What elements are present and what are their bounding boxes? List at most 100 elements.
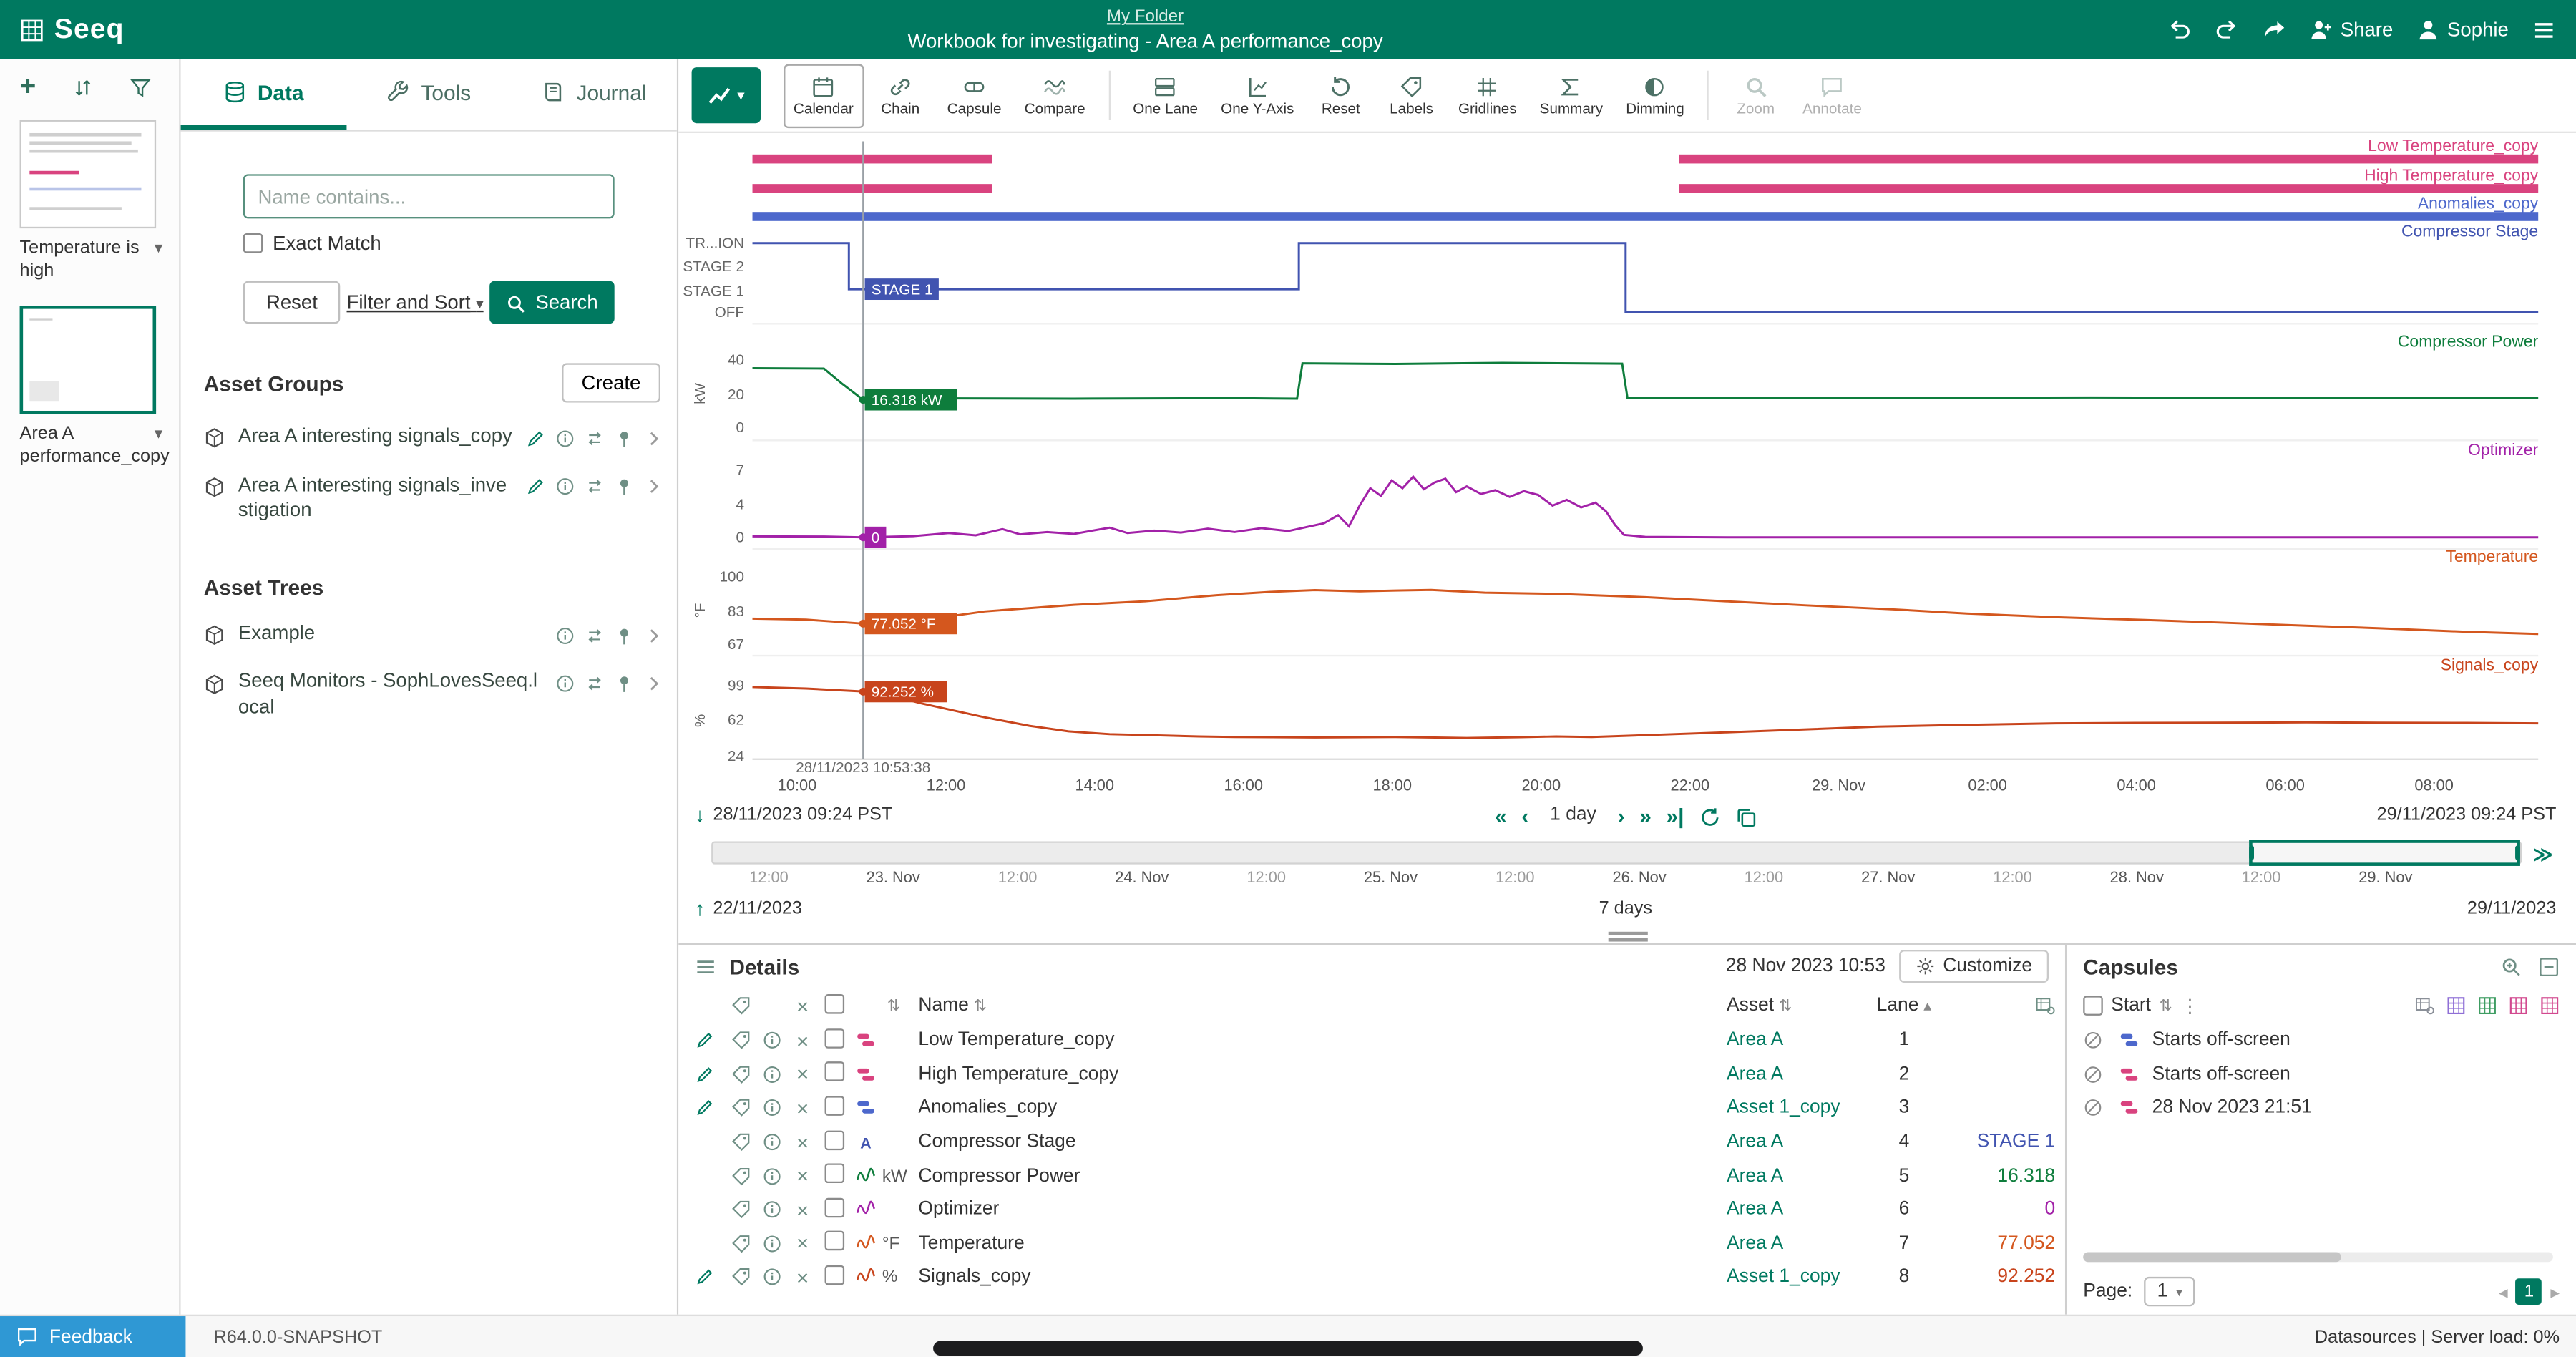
panel-resize-handle[interactable] — [1608, 932, 1647, 942]
row-checkbox[interactable] — [818, 1062, 849, 1086]
item-name[interactable]: Compressor Power — [918, 1166, 1727, 1186]
capsule-table-settings-icon[interactable] — [2415, 996, 2435, 1016]
capsule-row[interactable]: 28 Nov 2023 21:51 — [2067, 1091, 2576, 1125]
tag-icon[interactable] — [725, 1200, 758, 1220]
details-row[interactable]: ×°FTemperatureArea A777.052 — [678, 1227, 2065, 1260]
asset-link[interactable]: Area A — [1727, 1200, 1875, 1220]
remove-icon[interactable]: × — [787, 1199, 819, 1220]
toolbar-button-dimming[interactable]: Dimming — [1616, 63, 1694, 127]
item-name[interactable]: Compressor Stage — [918, 1132, 1727, 1152]
overview-end-label[interactable]: 29/11/2023 — [2467, 899, 2557, 919]
tag-icon[interactable] — [725, 1099, 758, 1119]
asset-list-item[interactable]: Seeq Monitors - SophLovesSeeq.local — [181, 658, 677, 732]
info-icon[interactable] — [555, 475, 575, 497]
worksheet-label-1[interactable]: Temperature is high ▾ — [20, 237, 160, 284]
info-icon[interactable] — [555, 426, 575, 449]
overview-selection[interactable] — [2249, 840, 2520, 866]
toolbar-button-summary[interactable]: Summary — [1530, 63, 1613, 127]
swap-asset-icon[interactable] — [585, 671, 605, 694]
exact-match-checkbox[interactable]: Exact Match — [243, 232, 615, 255]
select-all-checkbox[interactable] — [818, 993, 849, 1018]
asset-list-item[interactable]: Area A interesting signals_copy — [181, 412, 677, 461]
duplicate-range-icon[interactable] — [1735, 802, 1757, 827]
capsule-row[interactable]: Starts off-screen — [2067, 1023, 2576, 1057]
filter-and-sort-link[interactable]: Filter and Sort ▾ — [347, 291, 484, 313]
remove-icon[interactable]: × — [787, 1267, 819, 1288]
tab-journal[interactable]: Journal — [512, 59, 677, 130]
edit-icon[interactable] — [526, 426, 546, 449]
tag-icon[interactable] — [725, 1132, 758, 1152]
add-worksheet-button[interactable]: + — [20, 72, 36, 100]
remove-icon[interactable]: × — [787, 1064, 819, 1085]
remove-icon[interactable]: × — [787, 1132, 819, 1153]
collapse-panel-icon[interactable] — [2538, 955, 2560, 978]
details-row[interactable]: ×Anomalies_copyAsset 1_copy3 — [678, 1091, 2065, 1125]
remove-icon[interactable]: × — [787, 1098, 819, 1119]
range-start-label[interactable]: 28/11/2023 09:24 PST — [713, 805, 892, 825]
feedback-button[interactable]: Feedback — [0, 1315, 185, 1357]
details-row[interactable]: ×OptimizerArea A60 — [678, 1193, 2065, 1227]
row-checkbox[interactable] — [818, 1231, 849, 1255]
overview-timebar[interactable] — [711, 842, 2522, 865]
scrollbar-thumb[interactable] — [2083, 1252, 2341, 1262]
info-icon[interactable] — [757, 1099, 786, 1119]
tab-data[interactable]: Data — [181, 59, 346, 130]
asset-column-header[interactable]: Asset⇅ — [1727, 996, 1875, 1016]
reset-button[interactable]: Reset — [243, 281, 341, 324]
capsule-stats-icon-green[interactable] — [2477, 996, 2497, 1016]
asset-list-item[interactable]: Example — [181, 609, 677, 658]
pin-icon[interactable] — [615, 475, 635, 497]
range-duration-label[interactable]: 1 day — [1550, 805, 1596, 825]
asset-name[interactable]: Seeq Monitors - SophLovesSeeq.local — [238, 669, 545, 721]
row-checkbox[interactable] — [818, 1197, 849, 1222]
step-forward-many-icon[interactable]: » — [1639, 803, 1652, 827]
row-checkbox[interactable] — [818, 1028, 849, 1053]
step-forward-icon[interactable]: › — [1618, 803, 1625, 827]
tag-column-icon[interactable] — [725, 996, 758, 1016]
investigate-up-arrow-icon[interactable]: ↑ — [695, 898, 705, 920]
chevron-right-icon[interactable] — [644, 426, 664, 449]
capsule-stats-icon-pink-2[interactable] — [2540, 996, 2560, 1016]
info-icon[interactable] — [555, 671, 575, 694]
edit-icon[interactable] — [685, 1064, 724, 1084]
remove-icon[interactable]: × — [787, 1165, 819, 1187]
toolbar-button-one-y-axis[interactable]: One Y-Axis — [1211, 63, 1304, 127]
info-icon[interactable] — [555, 623, 575, 646]
item-name[interactable]: Optimizer — [918, 1200, 1727, 1220]
share-button[interactable]: Share — [2309, 17, 2393, 42]
server-status[interactable]: Datasources | Server load: 0% — [2315, 1327, 2560, 1347]
seeq-logo[interactable]: Seeq — [20, 13, 125, 46]
name-contains-input[interactable] — [243, 174, 615, 218]
pin-icon[interactable] — [615, 426, 635, 449]
zoom-capsule-icon[interactable] — [2500, 955, 2522, 978]
name-column-header[interactable]: Name⇅ — [918, 996, 1727, 1016]
capsule-stats-icon-purple[interactable] — [2446, 996, 2467, 1016]
start-column-header[interactable]: Start — [2111, 996, 2151, 1016]
filter-worksheets-icon[interactable] — [130, 74, 151, 98]
edit-icon[interactable] — [685, 1031, 724, 1051]
chevron-right-icon[interactable] — [644, 475, 664, 497]
current-page-button[interactable]: 1 — [2516, 1278, 2542, 1305]
tag-icon[interactable] — [725, 1234, 758, 1254]
asset-list-item[interactable]: Area A interesting signals_investigation — [181, 461, 677, 535]
asset-name[interactable]: Area A interesting signals_investigation — [238, 472, 516, 524]
user-menu[interactable]: Sophie — [2416, 17, 2508, 42]
asset-link[interactable]: Area A — [1727, 1166, 1875, 1186]
step-to-now-icon[interactable]: »| — [1667, 803, 1684, 827]
row-checkbox[interactable] — [818, 1164, 849, 1188]
info-icon[interactable] — [757, 1166, 786, 1186]
trend-chart[interactable]: Low Temperature_copyHigh Temperature_cop… — [678, 135, 2551, 795]
row-checkbox[interactable] — [818, 1096, 849, 1120]
toolbar-button-compare[interactable]: Compare — [1015, 63, 1096, 127]
pin-icon[interactable] — [615, 623, 635, 646]
details-row[interactable]: ×Low Temperature_copyArea A1 — [678, 1023, 2065, 1057]
asset-link[interactable]: Area A — [1727, 1065, 1875, 1085]
item-name[interactable]: Low Temperature_copy — [918, 1031, 1727, 1051]
range-down-arrow-icon[interactable]: ↓ — [695, 804, 705, 827]
swap-asset-icon[interactable] — [585, 623, 605, 646]
view-selector-button[interactable]: ▾ — [692, 67, 761, 123]
reorder-worksheets-icon[interactable] — [72, 74, 94, 98]
select-all-capsules-checkbox[interactable] — [2083, 996, 2103, 1016]
chevron-right-icon[interactable] — [644, 671, 664, 694]
capsule-stats-icon-pink[interactable] — [2509, 996, 2529, 1016]
